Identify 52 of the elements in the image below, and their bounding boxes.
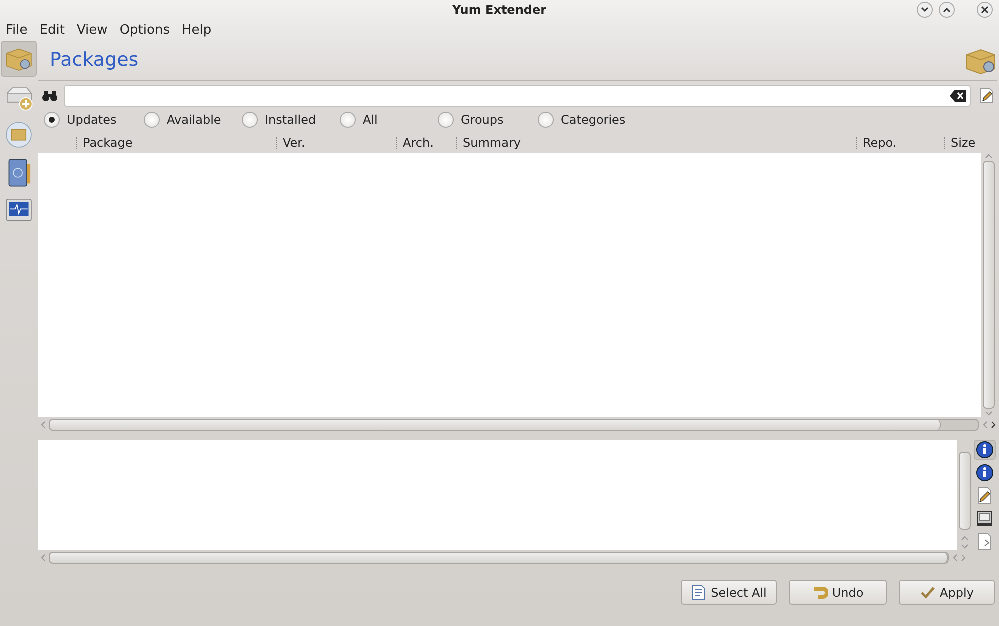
edit-icon	[976, 487, 994, 505]
chevron-up-icon	[943, 7, 951, 13]
radio-button[interactable]: Available	[144, 111, 242, 129]
minimize-button[interactable]	[917, 2, 933, 18]
chevron-left-icon[interactable]	[952, 554, 958, 562]
column-header[interactable]: Package	[76, 137, 276, 149]
queue-icon	[3, 119, 35, 151]
search-field[interactable]	[64, 85, 971, 107]
chevron-left-icon[interactable]	[40, 554, 46, 562]
checkmark-icon	[920, 584, 936, 600]
chevron-down-icon[interactable]	[985, 411, 993, 417]
binoculars-icon	[42, 90, 58, 102]
column-header[interactable]: Summary	[456, 137, 856, 149]
package-icon	[965, 46, 997, 74]
chevron-up-icon[interactable]	[985, 153, 993, 159]
column-header[interactable]: Repo.	[856, 137, 944, 149]
info-tab[interactable]	[974, 463, 996, 483]
action-button[interactable]: Apply	[899, 580, 995, 605]
radio-button[interactable]: Installed	[242, 111, 340, 129]
vertical-scrollbar[interactable]	[981, 153, 997, 417]
chevron-down-icon	[921, 7, 929, 13]
menu-item[interactable]: View	[70, 20, 114, 41]
column-header[interactable]: Ver.	[276, 137, 396, 149]
close-button[interactable]	[977, 2, 993, 18]
radio-button[interactable]: Groups	[438, 111, 538, 129]
list-icon	[691, 584, 708, 600]
document-icon	[976, 533, 994, 551]
radio-button[interactable]: Categories	[538, 111, 638, 129]
window-title: Yum Extender	[452, 2, 547, 18]
menu-item[interactable]: File	[0, 20, 34, 41]
menu-item[interactable]: Options	[114, 20, 176, 41]
radio-button[interactable]: All	[340, 111, 438, 129]
storage-icon	[976, 510, 994, 528]
undo-icon	[812, 584, 828, 600]
info-icon	[976, 441, 994, 459]
column-header[interactable]: Arch.	[396, 137, 456, 149]
info-tab[interactable]	[974, 440, 996, 460]
maximize-button[interactable]	[939, 2, 955, 18]
menu-item[interactable]: Help	[176, 20, 218, 41]
chevron-up-icon[interactable]	[961, 535, 969, 541]
chevron-left-icon[interactable]	[40, 421, 46, 429]
action-button[interactable]: Select All	[681, 580, 777, 605]
close-icon	[981, 6, 989, 14]
radio-button[interactable]: Updates	[44, 111, 144, 129]
chevron-down-icon[interactable]	[961, 544, 969, 550]
info-icon	[976, 464, 994, 482]
page-title: Packages	[50, 48, 139, 74]
action-button[interactable]: Undo	[789, 580, 887, 605]
menu-item[interactable]: Edit	[34, 20, 71, 41]
chevron-right-icon[interactable]	[991, 421, 997, 429]
clear-icon[interactable]	[950, 90, 966, 102]
column-header[interactable]: Size	[944, 137, 984, 149]
